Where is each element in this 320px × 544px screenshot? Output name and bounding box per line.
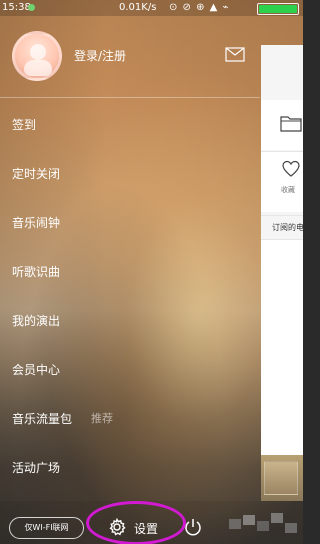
status-network-speed: 0.01K/s	[119, 2, 157, 13]
menu-item-events[interactable]: 活动广场	[0, 441, 260, 490]
menu-item-label: 我的演出	[12, 314, 61, 328]
mail-icon[interactable]	[225, 47, 245, 62]
menu-item-membership[interactable]: 会员中心	[0, 343, 260, 392]
main-content-peek: 收藏 订阅的电	[261, 45, 303, 455]
mosaic-tile	[243, 515, 255, 525]
highlight-annotation-oval	[86, 501, 186, 544]
folder-icon	[280, 116, 302, 132]
menu-item-data-package[interactable]: 音乐流量包 推荐	[0, 392, 260, 441]
subscribed-radio-label[interactable]: 订阅的电	[272, 222, 303, 233]
watermark-mosaic	[229, 511, 299, 541]
collect-row[interactable]	[261, 152, 303, 212]
album-cover	[264, 461, 298, 495]
recommend-badge: 推荐	[91, 412, 113, 425]
mosaic-tile	[285, 523, 297, 533]
menu-item-my-shows[interactable]: 我的演出	[0, 294, 260, 343]
avatar-body	[24, 60, 52, 76]
mosaic-tile	[257, 521, 269, 531]
status-icons: ⊙ ⊘ ⊕ ▲ ⌁	[169, 2, 230, 13]
collect-label: 收藏	[281, 186, 295, 194]
mosaic-tile	[229, 519, 241, 529]
menu-item-label: 音乐流量包	[12, 412, 73, 426]
heart-icon	[282, 160, 300, 177]
menu-item-sleep-timer[interactable]: 定时关闭	[0, 147, 260, 196]
row-divider	[261, 215, 303, 216]
menu-item-label: 活动广场	[12, 461, 61, 475]
content-area	[261, 240, 303, 455]
menu-item-music-alarm[interactable]: 音乐闹钟	[0, 196, 260, 245]
menu-item-label: 会员中心	[12, 363, 61, 377]
menu-item-label: 听歌识曲	[12, 265, 61, 279]
power-icon[interactable]	[183, 517, 203, 537]
app-screen: 15:38 0.01K/s ⊙ ⊘ ⊕ ▲ ⌁ 登录/注册 签到 定时关闭 音乐…	[0, 0, 303, 544]
status-app-dot-icon	[28, 4, 35, 11]
avatar-head	[30, 44, 46, 60]
wifi-only-toggle[interactable]: 仅WI-FI联网	[9, 517, 84, 539]
menu-item-checkin[interactable]: 签到	[0, 98, 260, 147]
status-bar: 15:38 0.01K/s ⊙ ⊘ ⊕ ▲ ⌁	[0, 0, 303, 16]
menu-item-label: 定时关闭	[12, 167, 61, 181]
local-music-row[interactable]	[261, 100, 303, 150]
login-register-link[interactable]: 登录/注册	[74, 47, 126, 64]
battery-level	[259, 5, 297, 13]
mosaic-tile	[271, 513, 283, 523]
menu-item-label: 音乐闹钟	[12, 216, 61, 230]
menu-item-label: 签到	[12, 118, 37, 132]
menu-item-song-recognition[interactable]: 听歌识曲	[0, 245, 260, 294]
avatar[interactable]	[12, 31, 62, 81]
status-time: 15:38	[2, 2, 31, 13]
now-playing-thumbnail[interactable]	[261, 455, 303, 501]
battery-icon	[257, 3, 299, 15]
